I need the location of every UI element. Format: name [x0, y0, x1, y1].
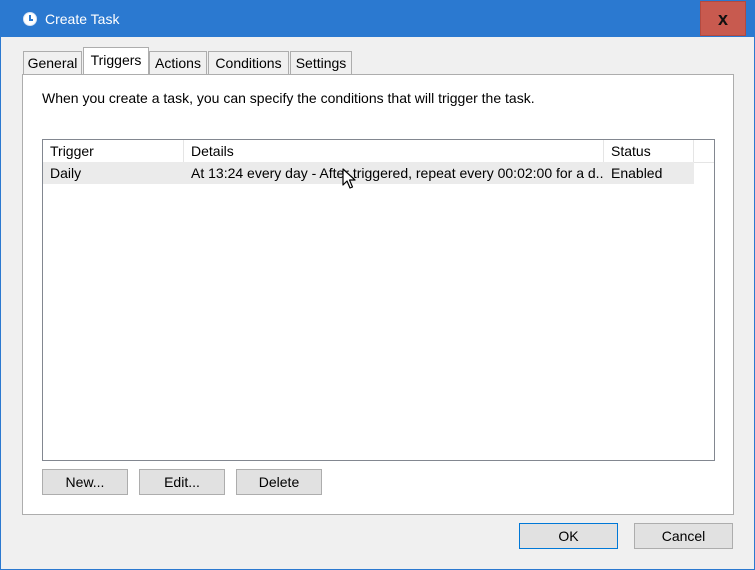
list-header: Trigger Details Status	[43, 140, 714, 163]
column-header-details[interactable]: Details	[184, 140, 604, 162]
column-header-status[interactable]: Status	[604, 140, 694, 162]
triggers-list[interactable]: Trigger Details Status Daily At 13:24 ev…	[42, 139, 715, 461]
cancel-button[interactable]: Cancel	[634, 523, 733, 549]
title-bar[interactable]: Create Task x	[1, 1, 754, 37]
tab-conditions[interactable]: Conditions	[208, 51, 289, 74]
close-icon: x	[717, 9, 728, 29]
create-task-window: Create Task x General Triggers Actions C…	[0, 0, 755, 570]
clock-icon	[23, 12, 37, 26]
tab-triggers[interactable]: Triggers	[83, 47, 149, 74]
trigger-cell: Daily	[50, 165, 82, 181]
mouse-cursor-icon	[342, 168, 356, 189]
delete-button[interactable]: Delete	[236, 469, 322, 495]
triggers-panel: When you create a task, you can specify …	[22, 74, 734, 515]
tab-settings[interactable]: Settings	[290, 51, 352, 74]
tab-actions[interactable]: Actions	[149, 51, 207, 74]
triggers-instruction: When you create a task, you can specify …	[42, 90, 535, 106]
tab-general[interactable]: General	[23, 51, 82, 74]
ok-button[interactable]: OK	[519, 523, 618, 549]
details-cell: At 13:24 every day - After triggered, re…	[191, 165, 604, 181]
close-button[interactable]: x	[700, 1, 746, 36]
new-button[interactable]: New...	[42, 469, 128, 495]
status-cell: Enabled	[611, 165, 663, 181]
window-title: Create Task	[45, 11, 120, 27]
table-row[interactable]: Daily At 13:24 every day - After trigger…	[43, 162, 694, 184]
column-header-trigger[interactable]: Trigger	[43, 140, 184, 162]
edit-button[interactable]: Edit...	[139, 469, 225, 495]
